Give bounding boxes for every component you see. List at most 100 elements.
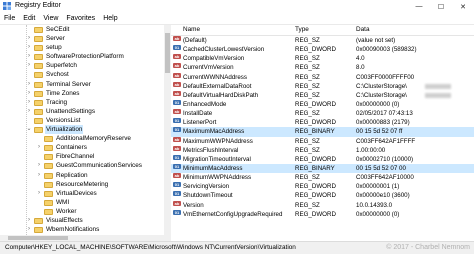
value-row[interactable]: 01 MinimumMacAddress REG_BINARY 00 15 5d 52… <box>171 163 474 174</box>
tree-item[interactable]: › Terminal Server <box>0 80 165 89</box>
chevron-right-icon[interactable]: › <box>36 143 42 152</box>
value-row[interactable]: 01 ShutdownTimeout REG_DWORD 0x00000e10 (36… <box>171 191 474 200</box>
folder-icon <box>44 181 53 188</box>
chevron-right-icon[interactable]: › <box>26 43 32 52</box>
chevron-right-icon[interactable]: › <box>26 98 32 107</box>
tree-item[interactable]: › VirtualDevices <box>0 189 165 198</box>
tree-item[interactable]: › UnattendSettings <box>0 107 165 116</box>
tree-item-label: VirtualDevices <box>56 189 97 197</box>
chevron-right-icon[interactable]: › <box>26 216 32 225</box>
tree-item[interactable]: ResourceMetering <box>0 180 165 189</box>
tree-item[interactable]: › Server <box>0 34 165 43</box>
tree-item[interactable]: › SoftwareProtectionPlatform <box>0 52 165 61</box>
tree-item[interactable]: Svchost <box>0 70 165 79</box>
column-header-type[interactable]: Type <box>295 26 309 33</box>
string-value-icon: ab <box>173 90 181 96</box>
value-name: MigrationTimeoutInterval <box>183 155 251 163</box>
value-name: MetricsFlushInterval <box>183 146 239 154</box>
string-value-icon: ab <box>173 145 181 151</box>
tree-item[interactable]: › Time Zones <box>0 89 165 98</box>
chevron-right-icon[interactable]: › <box>26 225 32 234</box>
scroll-thumb[interactable] <box>165 33 170 73</box>
tree-vertical-scrollbar[interactable] <box>164 25 171 235</box>
chevron-right-icon[interactable]: › <box>26 107 32 116</box>
value-name: MinimumMacAddress <box>183 164 243 172</box>
value-row[interactable]: 01 MigrationTimeoutInterval REG_DWORD 0x000… <box>171 154 474 164</box>
value-row[interactable]: ab MinimumWWPNAddress REG_SZ C003FF642AF100… <box>171 173 474 182</box>
string-value-icon: ab <box>173 200 181 206</box>
value-row[interactable]: ab DefaultExternalDataRoot REG_SZ C:\Cluste… <box>171 81 474 91</box>
close-button[interactable]: ✕ <box>452 0 474 13</box>
value-row[interactable]: ab CurrentVmVersion REG_SZ 8.0 <box>171 63 474 72</box>
tree-item[interactable]: › Containers <box>0 143 165 152</box>
list-header: Name Type Data <box>171 25 474 36</box>
value-name: ListenerPort <box>183 119 217 127</box>
folder-icon <box>44 145 53 152</box>
value-row[interactable]: 01 MaximumMacAddress REG_BINARY 00 15 5d 52… <box>171 127 474 137</box>
string-value-icon: ab <box>173 136 181 142</box>
value-row[interactable]: 01 VmEthernetConfigUpgradeRequired REG_DWO… <box>171 209 474 219</box>
chevron-right-icon[interactable]: › <box>36 171 42 180</box>
value-data: 0x00000001 (1) <box>356 183 400 191</box>
tree-item[interactable]: FibreChannel <box>0 152 165 161</box>
menu-favorites[interactable]: Favorites <box>62 13 99 24</box>
tree-item[interactable]: AdditionalMemoryReserve <box>0 134 165 143</box>
tree-item[interactable]: SeCEdit <box>0 25 165 34</box>
tree-item[interactable]: › Superfetch <box>0 61 165 70</box>
chevron-down-icon[interactable]: ⌄ <box>26 125 32 134</box>
column-header-data[interactable]: Data <box>356 26 370 33</box>
column-header-name[interactable]: Name <box>183 26 200 33</box>
folder-icon <box>34 108 43 115</box>
minimize-button[interactable]: — <box>408 0 430 13</box>
menu-help[interactable]: Help <box>99 13 121 24</box>
value-row[interactable]: ab Version REG_SZ 10.0.14393.0 <box>171 200 474 210</box>
folder-icon <box>44 163 53 170</box>
value-row[interactable]: 01 EnhancedMode REG_DWORD 0x00000000 (0) <box>171 99 474 109</box>
tree-item[interactable]: › Replication <box>0 171 165 180</box>
value-name: Version <box>183 201 204 209</box>
chevron-right-icon[interactable]: › <box>26 61 32 70</box>
tree-item[interactable]: › Tracing <box>0 98 165 107</box>
value-type: REG_SZ <box>295 64 320 72</box>
value-row[interactable]: 01 ServicingVersion REG_DWORD 0x00000001 (1… <box>171 182 474 191</box>
chevron-right-icon[interactable]: › <box>26 34 32 43</box>
value-name: DefaultVirtualHardDiskPath <box>183 91 259 99</box>
chevron-right-icon[interactable]: › <box>36 189 42 198</box>
value-row[interactable]: ab MetricsFlushInterval REG_SZ 1.00:00:00 <box>171 145 474 155</box>
tree-item[interactable]: › VisualEffects <box>0 216 165 225</box>
chevron-right-icon[interactable]: › <box>26 52 32 61</box>
value-data: 00 15 5d 52 07 ff <box>356 128 403 136</box>
binary-value-icon: 01 <box>173 163 181 169</box>
folder-icon <box>44 136 53 143</box>
chevron-right-icon[interactable]: › <box>26 89 32 98</box>
tree-item[interactable]: › GuestCommunicationServices <box>0 161 165 170</box>
value-row[interactable]: ab (Default) REG_SZ (value not set) <box>171 36 474 45</box>
menu-file[interactable]: File <box>0 13 19 24</box>
tree-item-label: Time Zones <box>46 89 80 97</box>
scroll-thumb[interactable] <box>8 236 68 240</box>
tree-item[interactable]: VersionsList <box>0 116 165 125</box>
value-row[interactable]: 01 CachedClusterLowestVersion REG_DWORD 0x0… <box>171 45 474 54</box>
value-row[interactable]: ab InstallDate REG_SZ 02/05/2017 07:43:13 <box>171 109 474 118</box>
status-bar: Computer\HKEY_LOCAL_MACHINE\SOFTWARE\Mic… <box>0 241 474 254</box>
value-row[interactable]: ab MaximumWWPNAddress REG_SZ C003FF642AF1FF… <box>171 136 474 146</box>
value-row[interactable]: 01 ListenerPort REG_DWORD 0x00000883 (2179) <box>171 118 474 127</box>
value-row[interactable]: ab CurrentWWNNAddress REG_SZ C003FF0000FFFF… <box>171 72 474 82</box>
value-row[interactable]: ab DefaultVirtualHardDiskPath REG_SZ C:\Clu… <box>171 90 474 100</box>
tree-item[interactable]: › setup <box>0 43 165 52</box>
registry-tree[interactable]: SeCEdit › Server › setup › SoftwareProtectionP… <box>0 25 166 235</box>
chevron-right-icon[interactable]: › <box>26 80 32 89</box>
menu-edit[interactable]: Edit <box>19 13 39 24</box>
folder-icon <box>34 99 43 106</box>
tree-item[interactable]: Worker <box>0 207 165 216</box>
maximize-button[interactable]: ☐ <box>430 0 452 13</box>
tree-item[interactable]: ⌄ Virtualization <box>0 125 165 135</box>
chevron-right-icon[interactable]: › <box>36 161 42 170</box>
folder-icon <box>44 172 53 179</box>
tree-item[interactable]: › WbemNotifications <box>0 225 165 234</box>
tree-item[interactable]: WMI <box>0 198 165 207</box>
value-data: C:\ClusterStorage\ <box>356 91 407 99</box>
value-row[interactable]: ab CompatibleVmVersion REG_SZ 4.0 <box>171 54 474 63</box>
menu-view[interactable]: View <box>39 13 62 24</box>
value-type: REG_SZ <box>295 73 320 81</box>
